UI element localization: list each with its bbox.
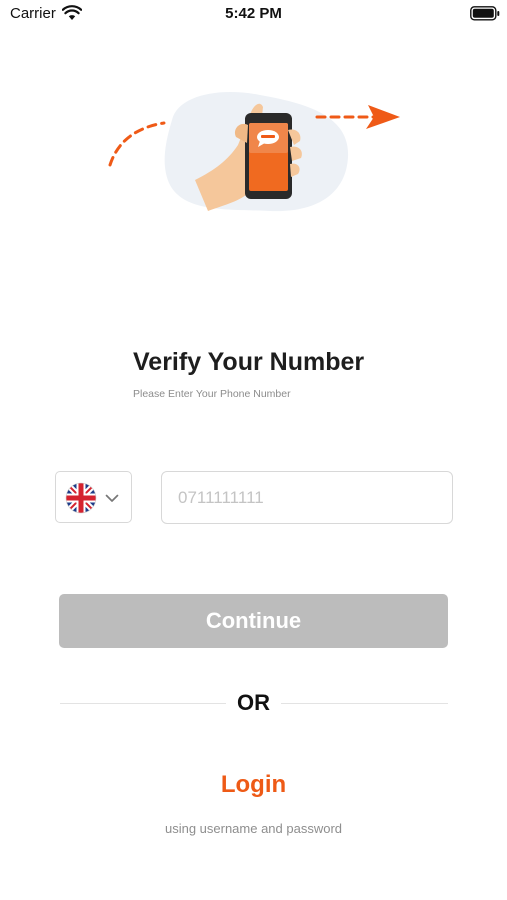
clock: 5:42 PM bbox=[225, 5, 282, 22]
chevron-down-icon bbox=[105, 494, 119, 502]
status-bar: Carrier 5:42 PM bbox=[0, 0, 507, 28]
country-code-select[interactable] bbox=[55, 471, 132, 523]
page-subtitle: Please Enter Your Phone Number bbox=[133, 388, 291, 400]
phone-number-input[interactable] bbox=[161, 471, 453, 524]
uk-flag-icon bbox=[65, 482, 97, 514]
hand-holding-phone-illustration bbox=[108, 92, 400, 212]
divider-line-right bbox=[281, 703, 448, 704]
battery-icon bbox=[470, 6, 500, 21]
continue-button[interactable]: Continue bbox=[59, 594, 448, 648]
login-hint: using username and password bbox=[164, 821, 343, 836]
login-link[interactable]: Login bbox=[0, 771, 507, 799]
page-title: Verify Your Number bbox=[133, 348, 365, 376]
